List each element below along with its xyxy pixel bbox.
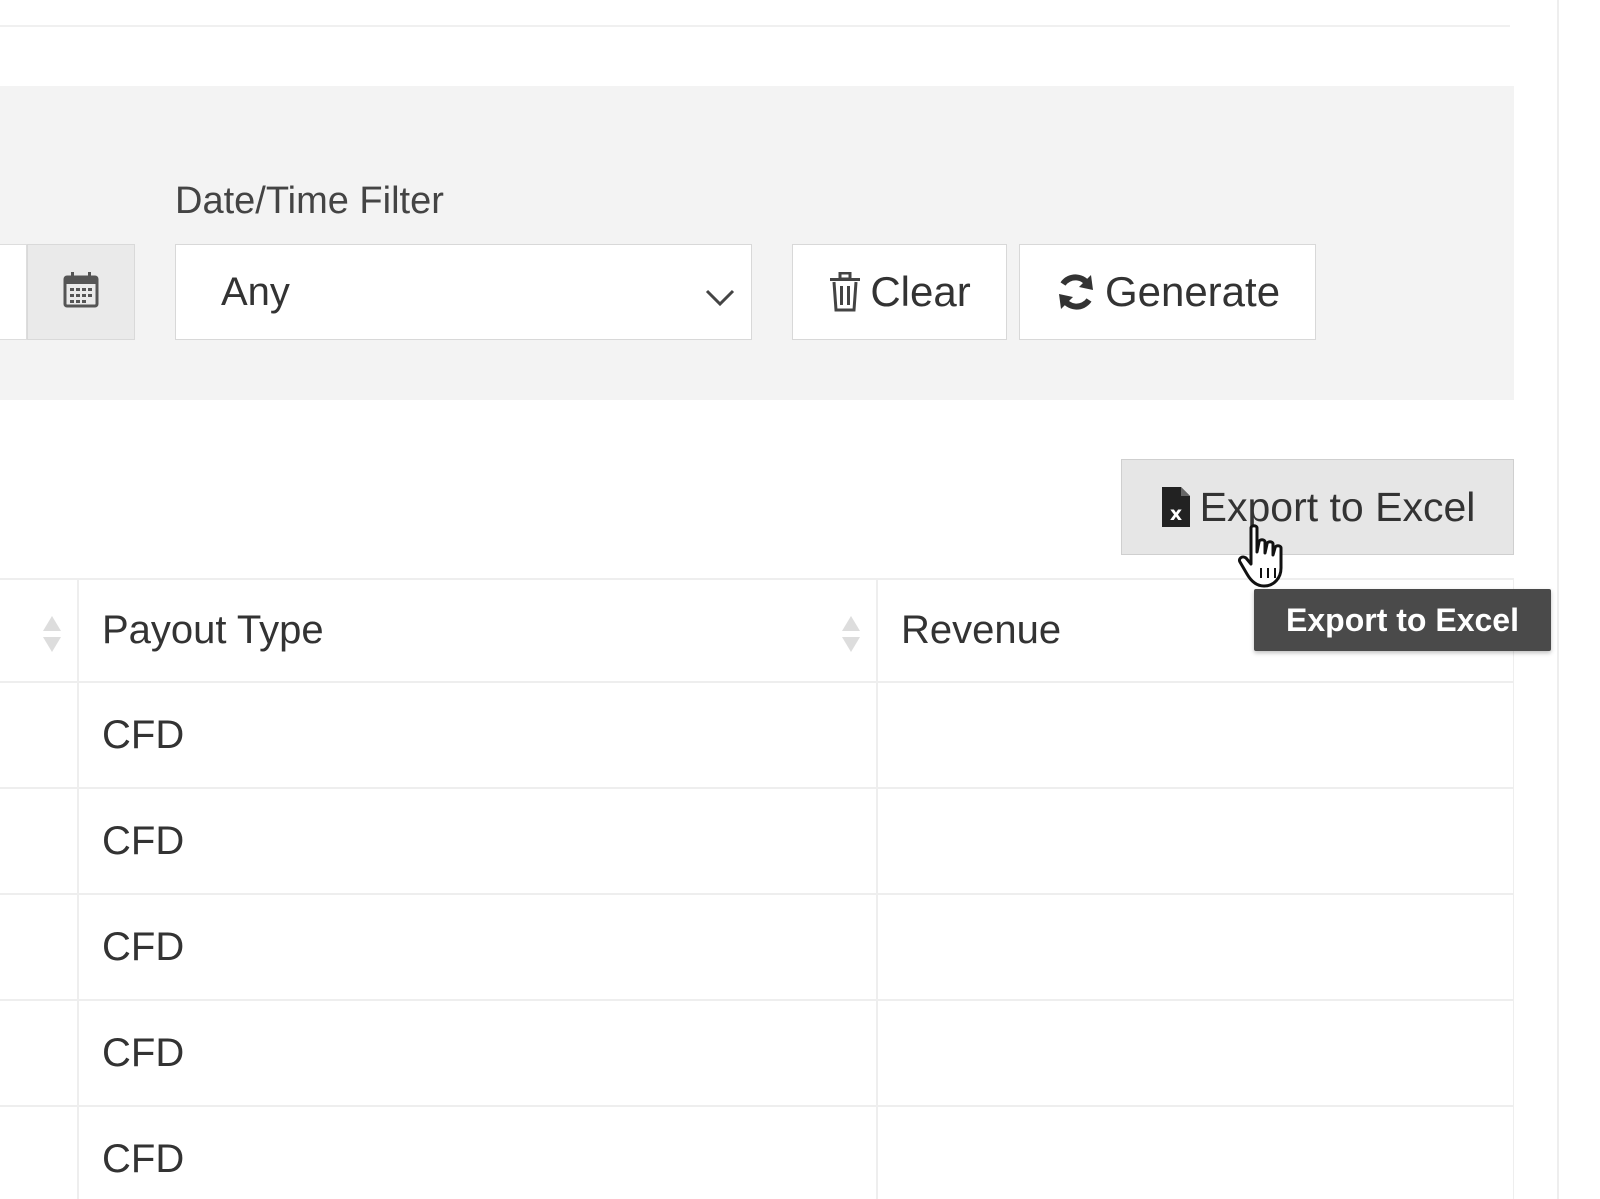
table-cell — [0, 999, 79, 1107]
calendar-icon — [61, 270, 101, 315]
column-header-first[interactable] — [0, 578, 79, 683]
table-cell-revenue — [876, 1105, 1514, 1199]
trash-icon — [828, 272, 862, 312]
excel-file-icon: x — [1160, 486, 1192, 528]
table-row: CFD — [0, 787, 1514, 895]
top-divider — [0, 25, 1510, 27]
filter-panel — [0, 86, 1514, 400]
table-cell — [0, 681, 79, 789]
generate-button-label: Generate — [1104, 268, 1281, 315]
table-cell-payout-type: CFD — [77, 787, 878, 895]
date-input[interactable] — [0, 244, 27, 340]
table-row: CFD — [0, 681, 1514, 789]
report-page: Date/Time Filter Any Clear Generate x Ex… — [0, 0, 1600, 1199]
table-row: CFD — [0, 999, 1514, 1107]
table-cell-revenue — [876, 893, 1514, 1001]
results-table: Payout Type Revenue CFD CFD CFD CFD CFD — [0, 578, 1514, 1199]
datetime-filter-label: Date/Time Filter — [175, 180, 444, 222]
datetime-filter-select[interactable]: Any — [175, 244, 752, 340]
results-table-container: Payout Type Revenue CFD CFD CFD CFD CFD — [0, 578, 1514, 1199]
clear-button-label: Clear — [870, 268, 971, 315]
table-cell — [0, 893, 79, 1001]
chevron-down-icon — [703, 277, 737, 322]
table-cell-payout-type: CFD — [77, 681, 878, 789]
page-edge-border — [1557, 0, 1559, 1199]
export-to-excel-button[interactable]: x Export to Excel — [1121, 459, 1514, 555]
sort-icon — [840, 614, 862, 664]
table-cell-payout-type: CFD — [77, 893, 878, 1001]
table-cell-revenue — [876, 999, 1514, 1107]
sort-icon — [41, 614, 63, 664]
table-row: CFD — [0, 1105, 1514, 1199]
generate-button[interactable]: Generate — [1019, 244, 1316, 340]
table-cell-revenue — [876, 681, 1514, 789]
refresh-icon — [1055, 272, 1097, 312]
export-tooltip: Export to Excel — [1254, 589, 1551, 651]
table-cell — [0, 1105, 79, 1199]
table-cell-payout-type: CFD — [77, 1105, 878, 1199]
table-cell-revenue — [876, 787, 1514, 895]
datetime-filter-value: Any — [221, 269, 290, 314]
table-cell-payout-type: CFD — [77, 999, 878, 1107]
table-cell — [0, 787, 79, 895]
table-row: CFD — [0, 893, 1514, 1001]
export-button-label: Export to Excel — [1199, 483, 1476, 530]
column-header-payout-type[interactable]: Payout Type — [77, 578, 878, 683]
svg-text:x: x — [1169, 503, 1181, 525]
clear-button[interactable]: Clear — [792, 244, 1007, 340]
calendar-button[interactable] — [27, 244, 135, 340]
